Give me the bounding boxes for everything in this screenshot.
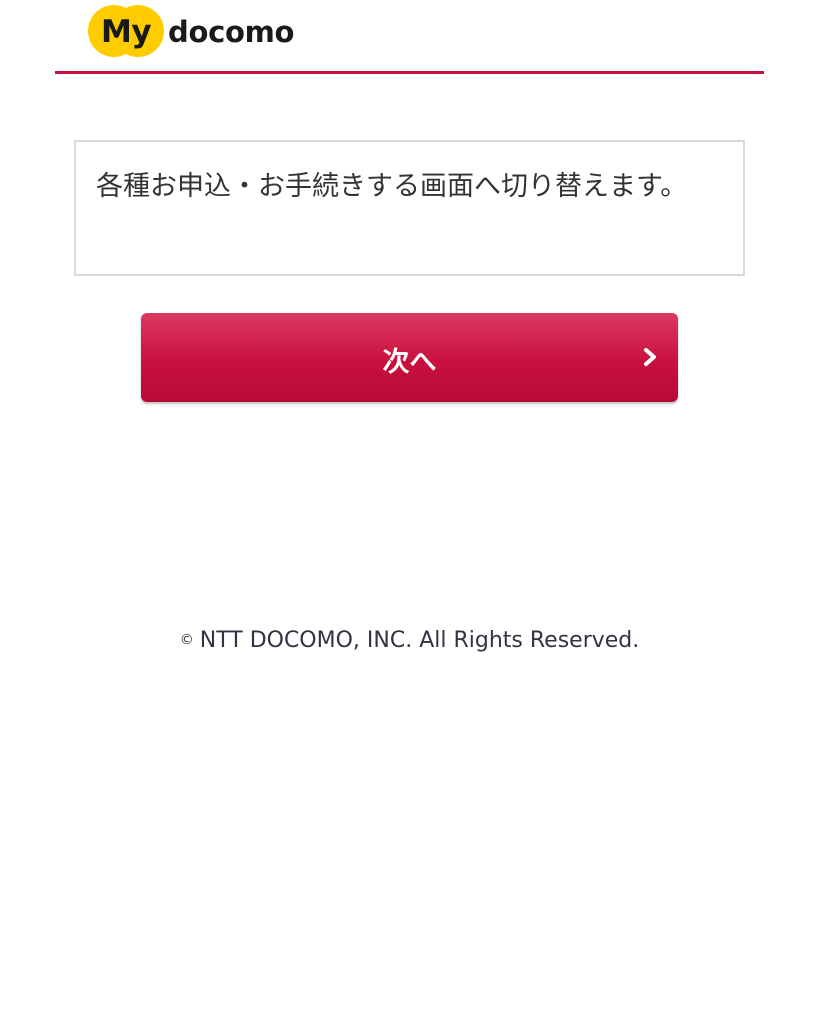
page: My docomo 各種お申込・お手続きする画面へ切り替えます。 次へ © NTT… [0,0,819,1024]
logo-my-text: My [101,14,152,50]
logo-docomo-text: docomo [168,15,295,49]
copyright-symbol: © [179,632,194,648]
next-button[interactable]: 次へ [141,313,678,402]
chevron-right-icon [644,348,656,366]
my-docomo-logo[interactable]: My docomo [88,5,294,59]
notice-box: 各種お申込・お手続きする画面へ切り替えます。 [74,140,745,276]
copyright-text: NTT DOCOMO, INC. All Rights Reserved. [199,628,640,653]
header: My docomo [55,0,764,74]
next-button-label: 次へ [382,347,437,378]
logo-mark: My [88,5,166,59]
notice-text: 各種お申込・お手続きする画面へ切り替えます。 [96,171,688,202]
copyright-footer: © NTT DOCOMO, INC. All Rights Reserved. [0,628,819,653]
